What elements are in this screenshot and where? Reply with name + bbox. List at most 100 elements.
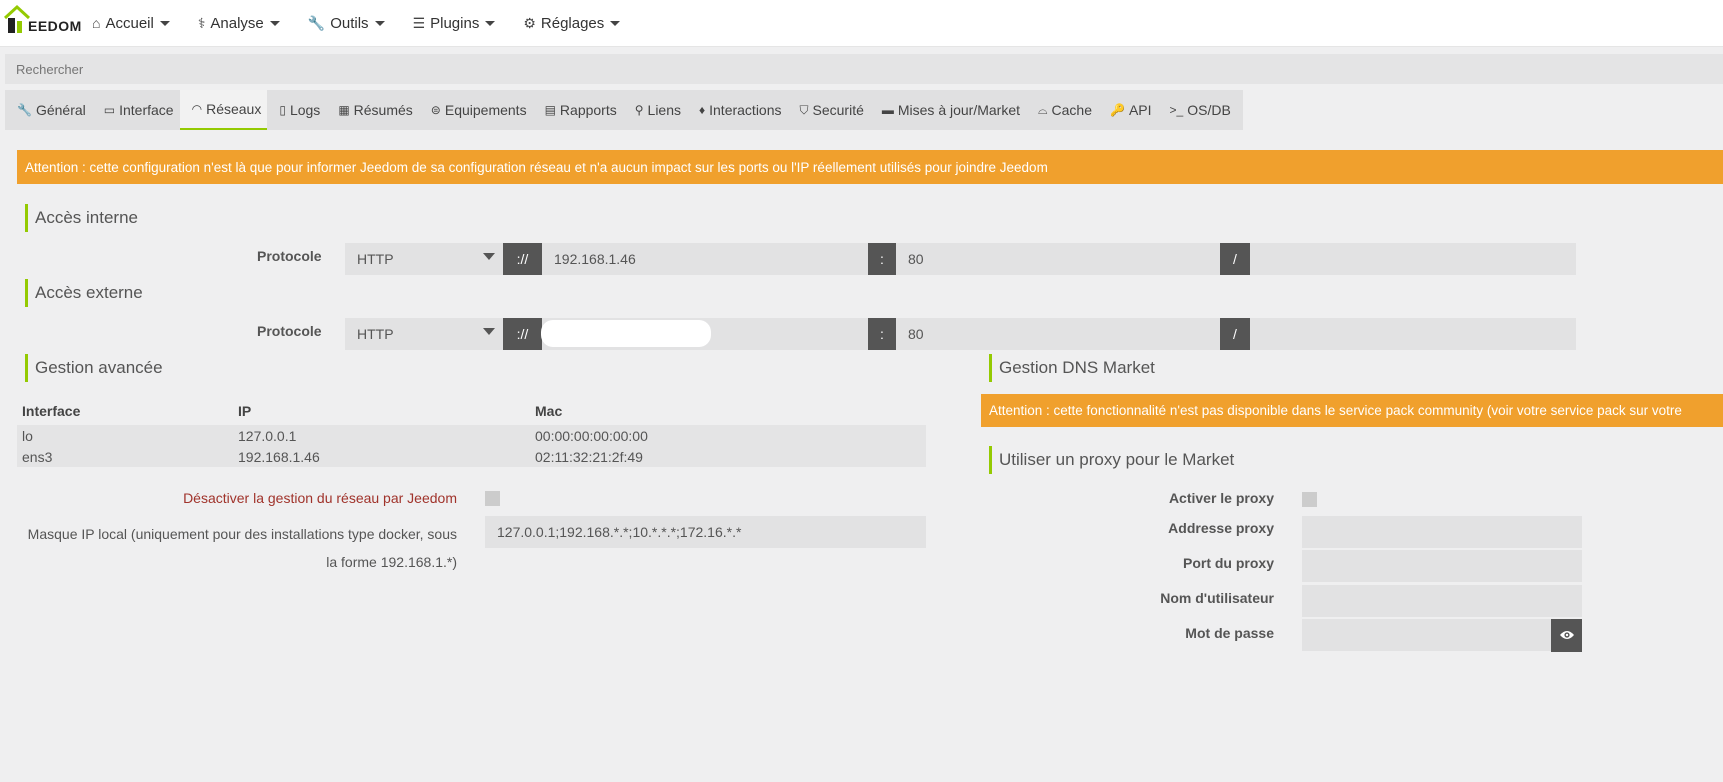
proxy-address-input[interactable] bbox=[1302, 516, 1582, 548]
internal-protocol-select[interactable]: HTTP bbox=[345, 243, 503, 275]
input-value: 127.0.0.1;192.168.*.*;10.*.*.*;172.16.*.… bbox=[497, 524, 742, 540]
tab-securite[interactable]: ⛉ Securité bbox=[788, 90, 870, 130]
table-row: lo 127.0.0.1 00:00:00:00:00:00 bbox=[17, 425, 926, 446]
table-cell: 02:11:32:21:2f:49 bbox=[530, 446, 926, 467]
tab-interactions[interactable]: ♦ Interactions bbox=[687, 90, 788, 130]
dns-market-title: Gestion DNS Market bbox=[989, 354, 1155, 382]
path-separator: / bbox=[1220, 318, 1250, 350]
rss-icon: ◠ bbox=[191, 102, 203, 116]
disable-network-label: Désactiver la gestion du réseau par Jeed… bbox=[183, 490, 457, 506]
tab-rapports[interactable]: ▤ Rapports bbox=[533, 90, 623, 130]
shield-icon: ⛉ bbox=[799, 102, 809, 117]
tab-label: Securité bbox=[812, 102, 864, 118]
config-tabs: 🔧 Général ▭ Interface ◠ Réseaux ▯ Logs ▦ Résu… bbox=[5, 90, 1243, 130]
proxy-port-label: Port du proxy bbox=[1182, 555, 1274, 571]
tab-cache[interactable]: ⌓ Cache bbox=[1026, 90, 1098, 130]
menu-accueil[interactable]: ⌂ Accueil bbox=[92, 15, 170, 32]
internal-address-input[interactable]: 192.168.1.46 bbox=[542, 243, 868, 275]
proxy-password-input[interactable] bbox=[1302, 619, 1551, 651]
local-ip-mask-input[interactable]: 127.0.0.1;192.168.*.*;10.*.*.*;172.16.*.… bbox=[485, 516, 926, 548]
tab-label: Interface bbox=[119, 102, 174, 118]
table-cell: 127.0.0.1 bbox=[233, 425, 530, 446]
tab-api[interactable]: 🔑 API bbox=[1098, 90, 1158, 130]
proxy-port-input[interactable] bbox=[1302, 550, 1582, 582]
wrench-icon: 🔧 bbox=[17, 103, 32, 117]
cubes-icon: ⊜ bbox=[430, 103, 441, 117]
local-ip-mask-label: Masque IP local (uniquement pour des ins… bbox=[15, 520, 457, 576]
table-cell: 00:00:00:00:00:00 bbox=[530, 425, 926, 446]
chevron-down-icon bbox=[610, 20, 621, 26]
file-icon: ▯ bbox=[279, 103, 286, 117]
tab-logs[interactable]: ▯ Logs bbox=[267, 90, 326, 130]
tab-label: API bbox=[1128, 102, 1152, 118]
hdd-icon: ⌓ bbox=[1038, 102, 1048, 117]
network-interfaces-table: Interface IP Mac lo 127.0.0.1 00:00:00:0… bbox=[17, 397, 926, 467]
jeedom-logo[interactable]: EEDOM bbox=[4, 4, 81, 38]
menu-plugins[interactable]: ☰ Plugins bbox=[413, 15, 496, 32]
tab-liens[interactable]: ⚲ Liens bbox=[623, 90, 687, 130]
tab-label: Réseaux bbox=[206, 101, 262, 117]
enable-proxy-label: Activer le proxy bbox=[1168, 490, 1274, 506]
tab-label: Mises à jour/Market bbox=[897, 102, 1021, 118]
tab-reseaux[interactable]: ◠ Réseaux bbox=[179, 90, 268, 130]
tab-os-db[interactable]: >_ OS/DB bbox=[1158, 90, 1243, 130]
label-line: la forme 192.168.1.*) bbox=[326, 554, 457, 570]
chevron-down-icon bbox=[374, 20, 385, 26]
menu-label: Analyse bbox=[210, 14, 264, 32]
show-password-button[interactable] bbox=[1551, 619, 1582, 652]
table-header-row: Interface IP Mac bbox=[17, 397, 926, 425]
tab-label: Equipements bbox=[444, 102, 527, 118]
tab-label: OS/DB bbox=[1187, 102, 1231, 118]
alert-text: Attention : cette configuration n'est là… bbox=[25, 159, 1048, 175]
select-value: HTTP bbox=[357, 251, 394, 267]
tab-resumes[interactable]: ▦ Résumés bbox=[326, 90, 418, 130]
menu-outils[interactable]: 🔧 Outils bbox=[308, 15, 385, 32]
external-path-input[interactable] bbox=[1250, 318, 1576, 350]
enable-proxy-checkbox[interactable] bbox=[1302, 492, 1317, 507]
gear-icon: ⚙ bbox=[523, 14, 536, 31]
tab-label: Cache bbox=[1051, 102, 1092, 118]
port-separator: : bbox=[868, 243, 896, 275]
section-title-text: Gestion DNS Market bbox=[999, 358, 1155, 377]
tab-mises-a-jour[interactable]: ▬ Mises à jour/Market bbox=[870, 90, 1026, 130]
chevron-down-icon bbox=[483, 328, 495, 335]
sitemap-icon: ⚲ bbox=[634, 103, 644, 117]
column-header: Interface bbox=[22, 403, 81, 419]
menu-analyse[interactable]: ⚕ Analyse bbox=[198, 15, 280, 32]
internal-path-input[interactable] bbox=[1250, 243, 1576, 275]
column-header: Mac bbox=[535, 403, 563, 419]
external-access-title: Accès externe bbox=[25, 279, 143, 307]
scheme-separator: :// bbox=[503, 318, 542, 350]
internal-port-input[interactable]: 80 bbox=[896, 243, 1220, 275]
chevron-down-icon bbox=[159, 20, 170, 26]
house-logo-icon bbox=[4, 4, 30, 33]
proxy-address-label: Addresse proxy bbox=[1168, 520, 1274, 536]
port-separator: : bbox=[868, 318, 896, 350]
section-title-text: Utiliser un proxy pour le Market bbox=[999, 450, 1235, 469]
search-input[interactable] bbox=[5, 54, 1723, 84]
dns-warning-alert: Attention : cette fonctionnalité n'est p… bbox=[981, 394, 1723, 427]
tab-general[interactable]: 🔧 Général bbox=[5, 90, 92, 130]
internal-access-title: Accès interne bbox=[25, 204, 138, 232]
proxy-title: Utiliser un proxy pour le Market bbox=[989, 446, 1234, 474]
external-protocol-select[interactable]: HTTP bbox=[345, 318, 503, 350]
external-port-input[interactable]: 80 bbox=[896, 318, 1220, 350]
tab-label: Liens bbox=[647, 102, 681, 118]
home-icon: ⌂ bbox=[92, 15, 101, 31]
stethoscope-icon: ⚕ bbox=[197, 14, 206, 31]
alert-text: Attention : cette fonctionnalité n'est p… bbox=[989, 403, 1682, 418]
protocol-label: Protocole bbox=[257, 248, 322, 264]
internal-url-row: HTTP :// 192.168.1.46 : 80 / bbox=[345, 243, 1576, 275]
section-title-text: Accès externe bbox=[35, 283, 143, 302]
column-header: IP bbox=[238, 403, 252, 419]
tab-interface[interactable]: ▭ Interface bbox=[92, 90, 180, 130]
proxy-username-input[interactable] bbox=[1302, 585, 1582, 617]
tab-label: Logs bbox=[289, 102, 321, 118]
chevron-down-icon bbox=[269, 20, 280, 26]
disable-network-checkbox[interactable] bbox=[485, 491, 500, 506]
menu-label: Accueil bbox=[105, 14, 154, 32]
tab-label: Interactions bbox=[709, 102, 782, 118]
menu-reglages[interactable]: ⚙ Réglages bbox=[523, 14, 621, 32]
tab-equipements[interactable]: ⊜ Equipements bbox=[419, 90, 533, 130]
table-icon: ▦ bbox=[338, 103, 350, 117]
